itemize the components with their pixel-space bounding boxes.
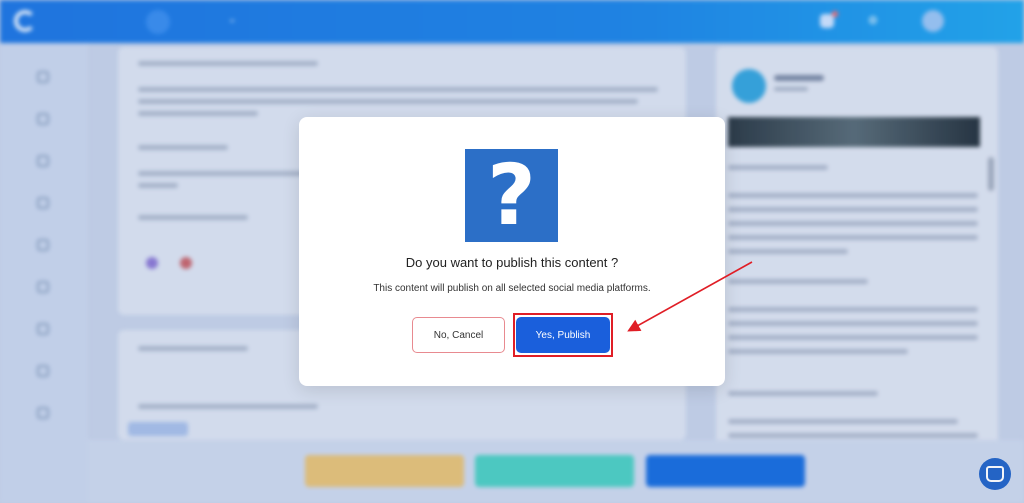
highlight-box — [513, 313, 613, 357]
dialog-title: Do you want to publish this content ? — [405, 255, 619, 270]
cancel-button[interactable]: No, Cancel — [412, 317, 505, 353]
dialog-description: This content will publish on all selecte… — [373, 283, 651, 294]
publish-confirmation-dialog: ? Do you want to publish this content ? … — [299, 117, 725, 386]
question-mark-icon: ? — [465, 149, 558, 242]
